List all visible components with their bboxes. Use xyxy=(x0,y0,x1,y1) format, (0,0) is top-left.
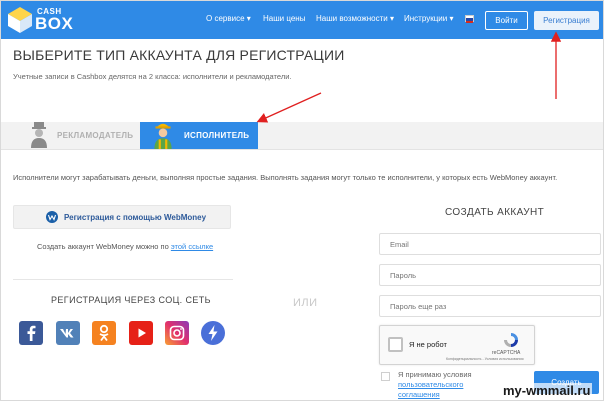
tab-executor[interactable]: ИСПОЛНИТЕЛЬ xyxy=(140,122,258,149)
tab-advertiser[interactable]: РЕКЛАМОДАТЕЛЬ xyxy=(13,122,139,149)
tab-advertiser-label: РЕКЛАМОДАТЕЛЬ xyxy=(57,131,134,140)
top-navbar: CASH BOX О сервисе ▾ Наши цены Наши возм… xyxy=(1,1,603,39)
chevron-down-icon: ▾ xyxy=(449,14,454,23)
nav-about-label: О сервисе xyxy=(206,14,245,23)
webmoney-icon xyxy=(46,211,58,223)
nav-instructions-label: Инструкции xyxy=(404,14,448,23)
site-watermark: my-wmmail.ru xyxy=(501,383,593,398)
facebook-icon[interactable] xyxy=(19,321,43,345)
instagram-icon[interactable] xyxy=(165,321,189,345)
nav-features-label: Наши возможности xyxy=(316,14,388,23)
recaptcha-brand: reCAPTCHA xyxy=(492,350,521,356)
advertiser-avatar-icon xyxy=(31,122,47,148)
divider xyxy=(13,279,233,280)
blitz-icon[interactable] xyxy=(201,321,225,345)
nav-features[interactable]: Наши возможности ▾ xyxy=(316,14,394,23)
webmoney-note: Создать аккаунт WebMoney можно по этой с… xyxy=(37,242,213,251)
recaptcha-widget: Я не робот reCAPTCHA Конфиденциальность … xyxy=(379,325,535,365)
chevron-down-icon: ▾ xyxy=(246,14,251,23)
logo-text-bottom: BOX xyxy=(35,14,74,33)
webmoney-link[interactable]: этой ссылке xyxy=(171,242,213,251)
recaptcha-icon xyxy=(504,333,518,347)
recaptcha-checkbox[interactable] xyxy=(388,337,403,352)
or-separator: ИЛИ xyxy=(293,297,318,309)
executor-info-text: Исполнители могут зарабатывать деньги, в… xyxy=(13,173,558,182)
login-button[interactable]: Войти xyxy=(485,11,528,30)
nav-about[interactable]: О сервисе ▾ xyxy=(206,14,251,23)
nav-instructions[interactable]: Инструкции ▾ xyxy=(404,14,453,23)
agree-checkbox[interactable] xyxy=(381,372,390,381)
webmoney-button-label: Регистрация с помощью WebMoney xyxy=(64,213,207,222)
registration-page: CASH BOX О сервисе ▾ Наши цены Наши возм… xyxy=(0,0,604,401)
register-button[interactable]: Регистрация xyxy=(534,11,599,30)
password-field[interactable] xyxy=(379,264,601,286)
recaptcha-label: Я не робот xyxy=(409,340,447,349)
agree-link[interactable]: пользовательского соглашения xyxy=(398,380,463,399)
social-title: РЕГИСТРАЦИЯ ЧЕРЕЗ СОЦ. СЕТЬ xyxy=(51,295,211,305)
vk-icon[interactable] xyxy=(56,321,80,345)
email-field[interactable] xyxy=(379,233,601,255)
agree-text: Я принимаю условия пользовательского сог… xyxy=(398,370,498,400)
chevron-down-icon: ▾ xyxy=(389,14,394,23)
page-title: ВЫБЕРИТЕ ТИП АККАУНТА ДЛЯ РЕГИСТРАЦИИ xyxy=(13,47,345,63)
worker-avatar-icon xyxy=(154,123,172,149)
odnoklassniki-icon[interactable] xyxy=(92,321,116,345)
youtube-icon[interactable] xyxy=(129,321,153,345)
nav-prices[interactable]: Наши цены xyxy=(263,14,305,23)
tab-executor-label: ИСПОЛНИТЕЛЬ xyxy=(184,131,250,140)
cashbox-logo-icon xyxy=(8,7,32,33)
create-account-title: СОЗДАТЬ АККАУНТ xyxy=(445,207,545,218)
webmoney-register-button[interactable]: Регистрация с помощью WebMoney xyxy=(13,205,231,229)
cashbox-logo[interactable]: CASH BOX xyxy=(7,5,77,35)
webmoney-note-text: Создать аккаунт WebMoney можно по xyxy=(37,242,169,251)
password-repeat-field[interactable] xyxy=(379,295,601,317)
recaptcha-terms[interactable]: Конфиденциальность - Условия использован… xyxy=(446,357,523,361)
agree-prefix: Я принимаю условия xyxy=(398,370,472,379)
nav-prices-label: Наши цены xyxy=(263,14,306,23)
page-subtitle: Учетные записи в Cashbox делятся на 2 кл… xyxy=(13,72,292,81)
arrow-to-executor-tab xyxy=(256,92,322,123)
ru-flag-icon[interactable] xyxy=(465,15,474,23)
